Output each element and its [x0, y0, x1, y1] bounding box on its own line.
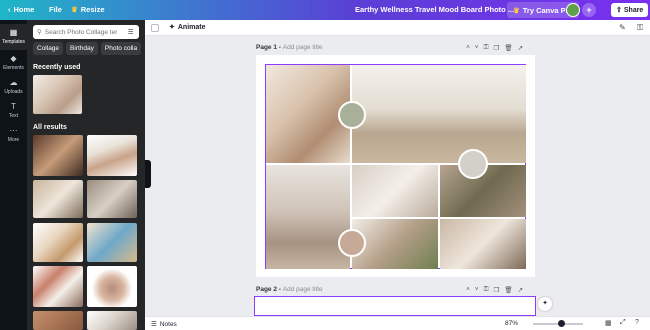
- rail-item-templates[interactable]: ▦ Templates: [0, 24, 27, 50]
- resize-button[interactable]: ♛ Resize: [71, 5, 105, 14]
- page-2-actions: ˄ ˅ ⚿ ❐ 🗑 ↗: [466, 286, 523, 294]
- left-rail: ▦ Templates ◆ Elements ☁ Uploads T Text …: [0, 20, 27, 330]
- templates-panel: ⚲ ☰ Collage Birthday Photo colla Recentl…: [27, 20, 145, 330]
- crown-icon: ♛: [71, 5, 78, 14]
- notes-icon: ☰: [151, 321, 157, 328]
- zoom-level: 87%: [505, 320, 519, 327]
- collage-photo[interactable]: [266, 165, 350, 269]
- pages-grid-icon[interactable]: ▦: [605, 319, 612, 327]
- chip-birthday[interactable]: Birthday: [66, 42, 98, 55]
- all-results-heading: All results: [33, 124, 67, 131]
- grey-color-circle[interactable]: [458, 149, 488, 179]
- zoom-slider[interactable]: [533, 320, 583, 327]
- fullscreen-icon[interactable]: ⤢: [620, 319, 626, 327]
- blush-color-circle[interactable]: [338, 229, 366, 257]
- lock-icon[interactable]: ⚿: [637, 23, 643, 33]
- template-thumbnail[interactable]: [87, 135, 137, 176]
- rail-item-elements[interactable]: ◆ Elements: [0, 50, 27, 74]
- duplicate-icon[interactable]: ❐: [494, 44, 500, 52]
- template-thumbnail[interactable]: [87, 180, 137, 218]
- rail-item-text[interactable]: T Text: [0, 98, 27, 122]
- template-thumbnail[interactable]: [87, 311, 137, 330]
- bottom-bar: ☰ Notes 87% ▦ ⤢ ?: [145, 316, 650, 330]
- add-page-icon[interactable]: ↗: [518, 286, 523, 294]
- chip-photo-collage[interactable]: Photo colla: [100, 42, 142, 55]
- chevron-up-icon[interactable]: ˄: [466, 286, 470, 294]
- collapse-panel-handle[interactable]: [145, 160, 151, 188]
- text-icon: T: [11, 102, 16, 111]
- collage-photo[interactable]: [352, 65, 526, 163]
- lock-icon[interactable]: ⚿: [484, 286, 489, 294]
- paint-roller-icon[interactable]: ✎: [619, 23, 626, 32]
- search-icon: ⚲: [37, 29, 42, 36]
- page-2-canvas[interactable]: [254, 296, 536, 316]
- page-1-title[interactable]: Page 1 - Add page title: [256, 44, 323, 51]
- template-search[interactable]: ⚲ ☰: [33, 25, 139, 39]
- add-page-icon[interactable]: ↗: [518, 44, 523, 52]
- trash-icon[interactable]: 🗑: [504, 44, 512, 52]
- file-menu-button[interactable]: File: [49, 5, 62, 14]
- collage-selection-frame[interactable]: [265, 64, 526, 269]
- template-thumbnail[interactable]: [33, 180, 83, 218]
- notes-button[interactable]: ☰ Notes: [151, 320, 177, 329]
- animate-button[interactable]: ✦ Animate: [169, 23, 206, 32]
- chip-collage[interactable]: Collage: [33, 42, 64, 55]
- recently-used-heading: Recently used: [33, 64, 81, 71]
- filter-icon[interactable]: ☰: [128, 28, 134, 36]
- add-collaborator-button[interactable]: +: [582, 3, 596, 17]
- home-button[interactable]: ‹ Home: [8, 5, 34, 14]
- search-input[interactable]: [44, 28, 125, 36]
- template-thumbnail[interactable]: [33, 311, 83, 330]
- lock-icon[interactable]: ⚿: [484, 44, 489, 52]
- grid-icon: ▦: [9, 28, 18, 37]
- shapes-icon: ◆: [10, 54, 17, 63]
- more-icon: ⋯: [9, 126, 18, 135]
- template-thumbnail[interactable]: [33, 223, 83, 262]
- chevron-left-icon: ‹: [8, 5, 11, 14]
- cloud-upload-icon: ☁: [9, 78, 18, 87]
- animate-icon: ✦: [169, 24, 175, 31]
- page-1-actions: ˄ ˅ ⚿ ❐ 🗑 ↗: [466, 44, 523, 52]
- magic-assist-button[interactable]: ✦: [538, 297, 552, 311]
- chevron-up-icon[interactable]: ˄: [466, 44, 470, 52]
- sparkle-icon: ✦: [542, 300, 548, 307]
- editor-toolbar: ✦ Animate ✎ ⚿: [145, 20, 650, 36]
- page-2-title[interactable]: Page 2 - Add page title: [256, 286, 323, 293]
- select-all-checkbox[interactable]: [151, 24, 159, 32]
- template-thumbnail[interactable]: [87, 266, 137, 307]
- duplicate-icon[interactable]: ❐: [494, 286, 500, 294]
- top-bar: ‹ Home File ♛ Resize Earthy Wellness Tra…: [0, 0, 650, 20]
- crown-icon: ♛: [513, 5, 520, 15]
- sage-color-circle[interactable]: [338, 101, 366, 129]
- chevron-down-icon[interactable]: ˅: [475, 44, 479, 52]
- document-title[interactable]: Earthy Wellness Travel Mood Board Photo …: [355, 5, 514, 14]
- rail-item-more[interactable]: ⋯ More: [0, 122, 27, 146]
- help-icon[interactable]: ?: [635, 319, 639, 326]
- template-thumbnail[interactable]: [33, 266, 83, 307]
- recent-template-thumbnail[interactable]: [33, 75, 82, 114]
- collage-photo[interactable]: [352, 165, 438, 217]
- chevron-down-icon[interactable]: ˅: [475, 286, 479, 294]
- filter-chips: Collage Birthday Photo colla: [33, 42, 142, 55]
- collage-photo[interactable]: [440, 219, 526, 269]
- rail-item-uploads[interactable]: ☁ Uploads: [0, 74, 27, 98]
- user-avatar[interactable]: [566, 3, 580, 17]
- upload-icon: ⇧: [616, 7, 622, 14]
- template-thumbnail[interactable]: [33, 135, 83, 176]
- trash-icon[interactable]: 🗑: [504, 286, 512, 294]
- template-thumbnail[interactable]: [87, 223, 137, 262]
- share-button[interactable]: ⇧ Share: [611, 3, 649, 17]
- zoom-slider-knob[interactable]: [558, 320, 565, 327]
